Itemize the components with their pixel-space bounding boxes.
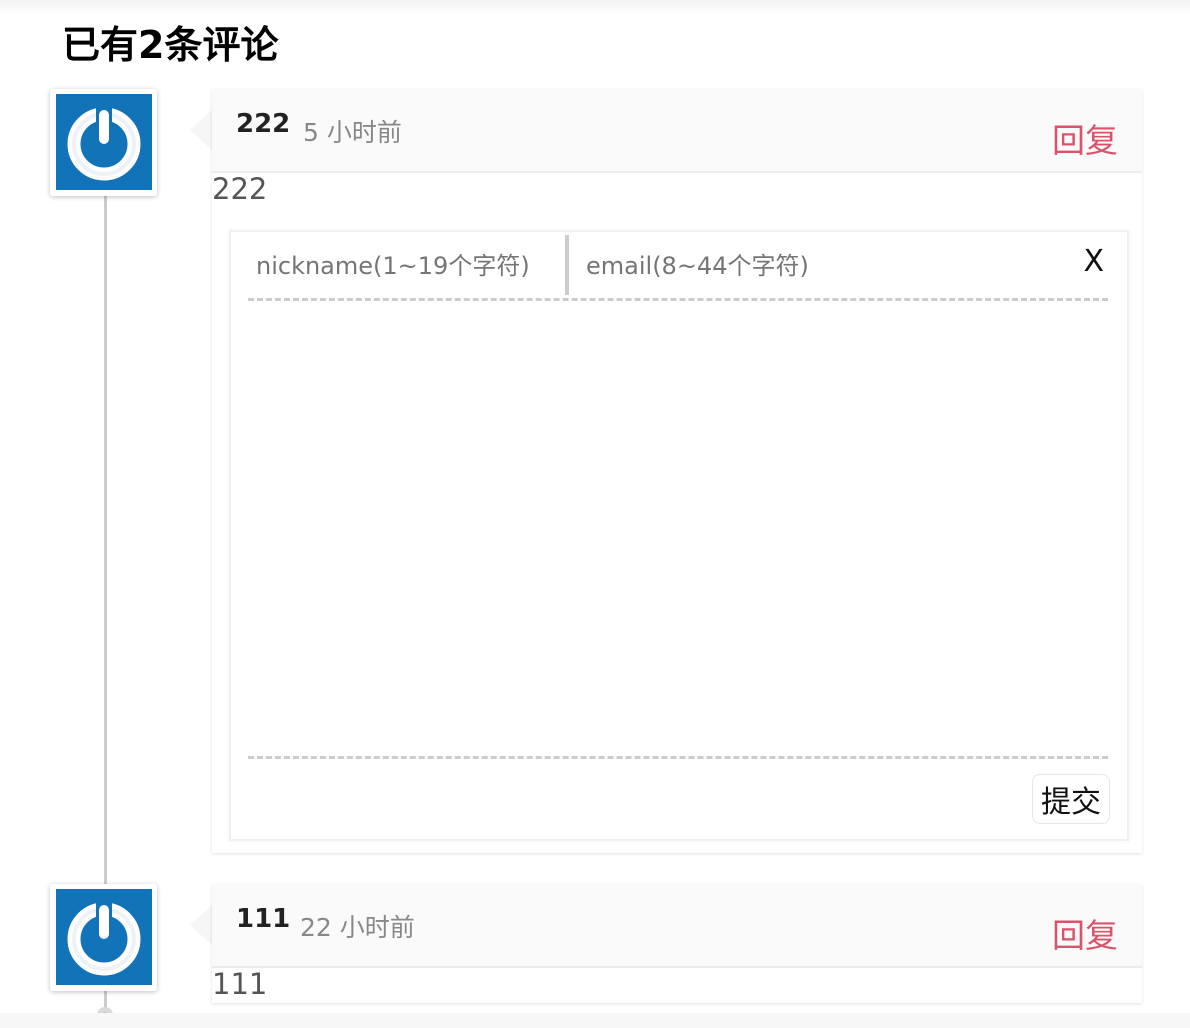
- avatar: [50, 884, 157, 991]
- reply-textarea[interactable]: [248, 304, 1112, 758]
- comments-count-title: 已有2条评论: [62, 23, 279, 67]
- comment-header: 111 22 小时前 回复: [212, 884, 1142, 968]
- comment-header: 222 5 小时前 回复: [212, 89, 1142, 173]
- nickname-input[interactable]: [248, 232, 573, 300]
- email-input[interactable]: [578, 232, 1068, 300]
- reply-link[interactable]: 回复: [1052, 114, 1118, 162]
- power-icon: [56, 889, 152, 985]
- comment-author: 111: [236, 904, 291, 934]
- reply-form: X 提交: [229, 230, 1129, 841]
- top-shadow: [0, 0, 1190, 14]
- submit-button[interactable]: 提交: [1032, 774, 1110, 824]
- comment-time: 22 小时前: [300, 913, 415, 942]
- comment-author: 222: [236, 109, 291, 139]
- close-reply-button[interactable]: X: [1083, 244, 1104, 279]
- reply-form-fields: X: [248, 232, 1108, 301]
- comment-card: 222 5 小时前 回复 222 X 提交: [212, 89, 1142, 853]
- reply-link[interactable]: 回复: [1052, 909, 1118, 957]
- comment-pointer: [190, 110, 212, 150]
- power-icon: [56, 94, 152, 190]
- comment-time: 5 小时前: [303, 118, 402, 147]
- field-divider: [565, 235, 569, 295]
- comment-card: 111 22 小时前 回复 111: [212, 884, 1142, 1003]
- comment-pointer: [190, 905, 212, 945]
- comment-content: 111: [212, 967, 268, 1001]
- avatar: [50, 89, 157, 196]
- bottom-shadow: [0, 1013, 1190, 1028]
- comment-content: 222: [212, 172, 268, 206]
- form-separator: [248, 756, 1108, 759]
